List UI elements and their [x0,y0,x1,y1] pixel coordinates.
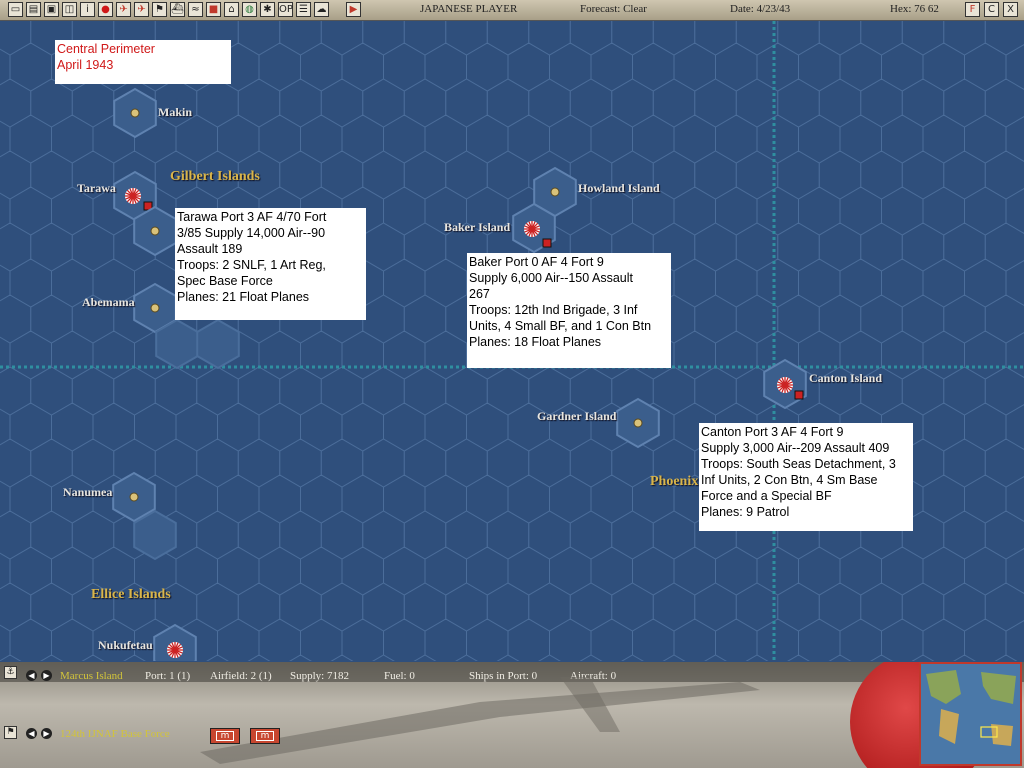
note-line: Assault 189 [177,242,243,256]
route-icon[interactable]: ≈ [188,2,203,17]
note-line: Planes: 18 Float Planes [469,335,602,349]
note-line: Inf Units, 2 Con Btn, 4 Sm Base [701,473,878,487]
region-label-gilbert: Gilbert Islands [170,169,260,184]
scenario-title-box: Central Perimeter April 1943 [55,40,231,84]
minimap-continents [926,670,1016,746]
player-label: JAPANESE PLAYER [420,3,518,15]
note-line: Canton Port 3 AF 4 Fort 9 [701,425,844,439]
unit-counter[interactable]: m [210,728,240,744]
note-line: Planes: 9 Patrol [701,505,790,519]
note-line: Troops: 12th Ind Brigade, 3 Inf [469,303,638,317]
prev-base-button[interactable]: ◀ [26,670,37,681]
scenario-title: Central Perimeter [57,42,155,56]
note-line: Baker Port 0 AF 4 Fort 9 [469,255,604,269]
unit-counter[interactable]: m [250,728,280,744]
base-name[interactable]: Marcus Island [60,670,123,682]
selected-unit-name[interactable]: 124th IJNAF Base Force [60,728,170,740]
note-line: Force and a Special BF [701,489,832,503]
place-label-howland: Howland Island [578,181,660,195]
place-label-baker: Baker Island [444,220,511,234]
info-icon[interactable]: i [80,2,95,17]
menu-icon[interactable]: ▭ [8,2,23,17]
gear-icon[interactable]: ✱ [260,2,275,17]
flag-button[interactable]: F [965,2,980,17]
place-label-nukufetau: Nukufetau [98,638,153,652]
place-label-makin: Makin [158,105,193,119]
unit-icon[interactable]: ■ [206,2,221,17]
note-line: Troops: South Seas Detachment, 3 [701,457,896,471]
japan-flag-icon[interactable]: ● [98,2,113,17]
tarawa-info-note: Tarawa Port 3 AF 4/70 Fort 3/85 Supply 1… [175,208,366,320]
next-base-button[interactable]: ▶ [41,670,52,681]
world-minimap[interactable] [919,662,1022,766]
unit-badge-baker [542,238,552,248]
note-line: Tarawa Port 3 AF 4/70 Fort [177,210,327,224]
center-button[interactable]: C [984,2,999,17]
save-icon[interactable]: ▤ [26,2,41,17]
island-marker-abemama [150,303,160,313]
group-icon[interactable]: ◫ [62,2,77,17]
scenario-date: April 1943 [57,58,114,72]
unit-badge-canton [794,390,804,400]
plane-icon[interactable]: ✈ [116,2,131,17]
unit-flag-icon[interactable]: ⚑ [4,726,17,739]
list-icon[interactable]: ☰ [296,2,311,17]
island-marker-nanumea [129,492,139,502]
note-line: 267 [469,287,490,301]
globe-icon[interactable]: ◍ [242,2,257,17]
report-icon[interactable]: ▣ [44,2,59,17]
island-marker-howland [550,187,560,197]
base-flag-canton [777,377,793,393]
region-label-phoenix: Phoenix [650,474,699,489]
island-marker [150,226,160,236]
fighter-icon[interactable]: ✈ [134,2,149,17]
hex-coordinate-label: Hex: 76 62 [890,3,939,15]
place-label-canton: Canton Island [809,371,883,385]
canton-info-note: Canton Port 3 AF 4 Fort 9 Supply 3,000 A… [699,423,913,531]
cloud-icon[interactable]: ☁ [314,2,329,17]
place-label-gardner: Gardner Island [537,409,617,423]
note-line: Planes: 21 Float Planes [177,290,310,304]
anchor-icon[interactable]: ⚓ [4,666,17,679]
hex-map[interactable]: Central Perimeter April 1943 Makin Taraw… [0,21,1024,661]
next-unit-button[interactable]: ▶ [41,728,52,739]
aircraft-silhouette-icon [200,677,760,764]
status-panel: ⚓ ◀ ▶ Marcus Island Port: 1 (1) Airfield… [0,662,1024,768]
note-line: Spec Base Force [177,274,273,288]
window-controls: F C X [965,2,1018,17]
base-flag-tarawa [125,188,141,204]
flag-icon[interactable]: ⚑ [152,2,167,17]
note-line: 3/85 Supply 14,000 Air--90 [177,226,326,240]
place-label-nanumea: Nanumea [63,485,113,499]
op-icon[interactable]: OP [278,2,293,17]
note-line: Units, 4 Small BF, and 1 Con Btn [469,319,652,333]
prev-unit-button[interactable]: ◀ [26,728,37,739]
place-label-abemama: Abemama [82,295,135,309]
note-line: Supply 6,000 Air--150 Assault [469,271,633,285]
baker-info-note: Baker Port 0 AF 4 Fort 9 Supply 6,000 Ai… [467,253,671,368]
ship-icon[interactable]: ⛴ [170,2,185,17]
base-icon[interactable]: ⌂ [224,2,239,17]
toolbar-icon-row: ▭ ▤ ▣ ◫ i ● ✈ ✈ ⚑ ⛴ ≈ ■ ⌂ ◍ ✱ OP ☰ ☁ ▶ [8,2,361,18]
island-marker-makin [130,108,140,118]
forecast-label: Forecast: Clear [580,3,647,15]
top-toolbar: ▭ ▤ ▣ ◫ i ● ✈ ✈ ⚑ ⛴ ≈ ■ ⌂ ◍ ✱ OP ☰ ☁ ▶ JAPANESE PLAYER For… [0,0,1024,21]
reef-hex [196,318,240,370]
place-label-tarawa: Tarawa [77,181,116,195]
note-line: Supply 3,000 Air--209 Assault 409 [701,441,890,455]
base-flag-baker [524,221,540,237]
note-line: Troops: 2 SNLF, 1 Art Reg, [177,258,326,272]
region-label-ellice: Ellice Islands [91,587,171,602]
date-label: Date: 4/23/43 [730,3,791,15]
end-turn-icon[interactable]: ▶ [346,2,361,17]
close-button[interactable]: X [1003,2,1018,17]
island-marker-gardner [633,418,643,428]
base-flag-nukufetau [167,642,183,658]
